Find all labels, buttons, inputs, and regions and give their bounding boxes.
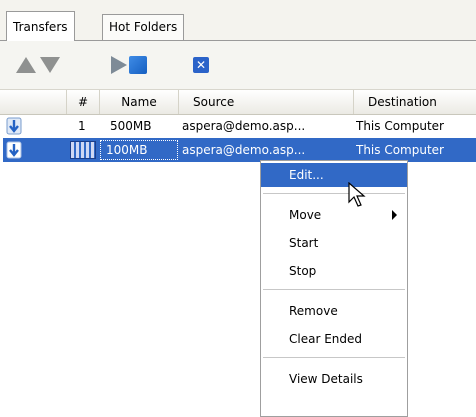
row-name: 500MB [110, 119, 152, 133]
toolbar: ✕ [0, 41, 476, 89]
row-destination: This Computer [356, 119, 444, 133]
column-header-source[interactable]: Source [179, 90, 354, 114]
column-header-name[interactable]: Name [100, 90, 179, 114]
column-header-index[interactable]: # [67, 90, 100, 114]
menu-item-edit[interactable]: Edit... [261, 163, 407, 187]
table-row[interactable]: 1 500MB aspera@demo.asp... This Computer [0, 114, 476, 138]
tab-transfers[interactable]: Transfers [6, 11, 75, 41]
context-menu: Edit... Move Start Stop Remove Clear End… [260, 160, 408, 417]
row-index: 1 [78, 119, 86, 133]
tab-bar: Transfers Hot Folders [0, 0, 476, 41]
menu-item-view-details[interactable]: View Details [261, 367, 407, 391]
tab-hot-folders[interactable]: Hot Folders [102, 14, 185, 40]
column-header-destination[interactable]: Destination [354, 90, 476, 114]
row-source: aspera@demo.asp... [182, 119, 306, 133]
menu-item-clear-ended[interactable]: Clear Ended [261, 327, 407, 351]
stop-icon[interactable] [127, 54, 149, 76]
menu-item-remove[interactable]: Remove [261, 299, 407, 323]
table-row-selected[interactable]: 100MB aspera@demo.asp... This Computer [0, 138, 476, 162]
submenu-arrow-icon [392, 210, 397, 220]
move-up-icon[interactable] [15, 54, 37, 76]
download-icon [6, 117, 22, 135]
menu-separator [263, 289, 405, 290]
menu-separator [263, 357, 405, 358]
menu-separator [263, 193, 405, 194]
move-down-icon[interactable] [39, 54, 61, 76]
menu-item-move[interactable]: Move [261, 203, 407, 227]
row-source: aspera@demo.asp... [182, 143, 306, 157]
menu-item-start[interactable]: Start [261, 231, 407, 255]
progress-indicator [70, 141, 96, 159]
column-header-row: # Name Source Destination [0, 89, 476, 115]
row-destination: This Computer [356, 143, 444, 157]
menu-item-stop[interactable]: Stop [261, 259, 407, 283]
download-icon [6, 141, 22, 159]
remove-glyph: ✕ [193, 57, 209, 73]
menu-item-move-label: Move [289, 208, 322, 222]
remove-icon[interactable]: ✕ [190, 54, 212, 76]
mouse-pointer-icon [348, 182, 366, 207]
row-name: 100MB [106, 143, 148, 157]
column-header-status[interactable] [0, 90, 67, 114]
